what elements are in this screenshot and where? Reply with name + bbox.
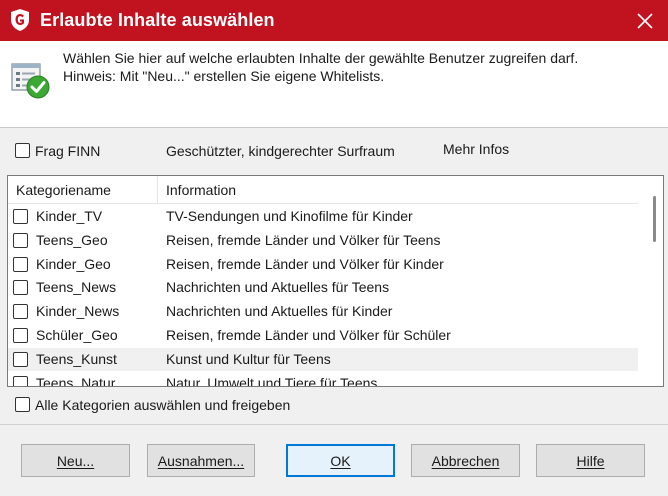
frag-finn-description: Geschützter, kindgerechter Surfraum — [166, 143, 395, 159]
help-button[interactable]: Hilfe — [536, 444, 645, 477]
list-item-name: Schüler_Geo — [36, 327, 118, 343]
list-item-name: Teens_Geo — [36, 232, 108, 248]
list-item-info: Reisen, fremde Länder und Völker für Kin… — [166, 256, 444, 272]
list-item-info: TV-Sendungen und Kinofilme für Kinder — [166, 208, 413, 224]
list-item-checkbox[interactable] — [13, 233, 28, 248]
header-hint: Hinweis: Mit "Neu..." erstellen Sie eige… — [63, 68, 385, 84]
list-item-info: Kunst und Kultur für Teens — [166, 351, 331, 367]
list-item[interactable]: Kinder_TV TV-Sendungen und Kinofilme für… — [8, 205, 638, 228]
exceptions-button[interactable]: Ausnahmen... — [147, 444, 255, 477]
category-list[interactable]: Kategoriename Information Kinder_TV TV-S… — [7, 175, 664, 387]
list-item-checkbox[interactable] — [13, 257, 28, 272]
gdata-shield-logo-icon — [11, 9, 29, 31]
list-item-name: Teens_Natur — [36, 375, 116, 387]
list-item-name: Teens_News — [36, 279, 117, 295]
list-item-name: Kinder_Geo — [36, 256, 111, 272]
close-button[interactable] — [622, 0, 668, 41]
list-item-checkbox[interactable] — [13, 352, 28, 367]
title-bar: Erlaubte Inhalte auswählen — [0, 0, 668, 41]
header-instruction: Wählen Sie hier auf welche erlaubten Inh… — [63, 50, 579, 66]
list-check-icon — [11, 63, 50, 99]
close-icon — [637, 12, 653, 29]
list-item[interactable]: Kinder_Geo Reisen, fremde Länder und Völ… — [8, 253, 638, 276]
list-item[interactable]: Teens_Natur Natur, Umwelt und Tiere für … — [8, 372, 638, 387]
ok-button[interactable]: OK — [286, 444, 395, 477]
list-item-info: Reisen, fremde Länder und Völker für Sch… — [166, 327, 451, 343]
more-info-link[interactable]: Mehr Infos — [443, 141, 509, 157]
list-item-checkbox[interactable] — [13, 328, 28, 343]
list-item-info: Reisen, fremde Länder und Völker für Tee… — [166, 232, 441, 248]
list-item[interactable]: Teens_Geo Reisen, fremde Länder und Völk… — [8, 229, 638, 252]
select-all-checkbox[interactable] — [15, 397, 30, 412]
new-button[interactable]: Neu... — [21, 444, 130, 477]
select-all-label[interactable]: Alle Kategorien auswählen und freigeben — [35, 397, 290, 413]
list-item-checkbox[interactable] — [13, 304, 28, 319]
cancel-button[interactable]: Abbrechen — [411, 444, 520, 477]
scrollbar-thumb[interactable] — [653, 196, 656, 242]
frag-finn-label[interactable]: Frag FINN — [35, 143, 100, 159]
column-header-category-name[interactable]: Kategoriename — [16, 182, 111, 198]
list-item[interactable]: Schüler_Geo Reisen, fremde Länder und Vö… — [8, 324, 638, 347]
list-item-checkbox[interactable] — [13, 280, 28, 295]
new-button-label: Neu... — [56, 452, 95, 469]
list-item-checkbox[interactable] — [13, 209, 28, 224]
help-button-label: Hilfe — [576, 452, 605, 469]
list-item-selected[interactable]: Teens_Kunst Kunst und Kultur für Teens — [8, 348, 638, 371]
list-item-info: Natur, Umwelt und Tiere für Teens — [166, 375, 378, 387]
list-header: Kategoriename Information — [8, 176, 638, 204]
list-item-checkbox[interactable] — [13, 376, 28, 386]
ok-button-label: OK — [330, 452, 351, 469]
frag-finn-checkbox[interactable] — [15, 143, 30, 158]
vertical-scrollbar[interactable] — [646, 176, 663, 386]
window-title: Erlaubte Inhalte auswählen — [40, 10, 275, 30]
header-panel: Wählen Sie hier auf welche erlaubten Inh… — [0, 41, 668, 128]
list-item[interactable]: Kinder_News Nachrichten und Aktuelles fü… — [8, 300, 638, 323]
column-separator[interactable] — [157, 176, 158, 203]
exceptions-button-label: Ausnahmen... — [157, 452, 245, 469]
list-item-info: Nachrichten und Aktuelles für Teens — [166, 279, 390, 295]
list-item-name: Teens_Kunst — [36, 351, 117, 367]
footer-divider — [0, 424, 668, 425]
list-item-info: Nachrichten und Aktuelles für Kinder — [166, 303, 393, 319]
list-item[interactable]: Teens_News Nachrichten und Aktuelles für… — [8, 276, 638, 299]
list-item-name: Kinder_News — [36, 303, 120, 319]
cancel-button-label: Abbrechen — [431, 452, 500, 469]
list-item-name: Kinder_TV — [36, 208, 103, 224]
column-header-information[interactable]: Information — [166, 182, 236, 198]
